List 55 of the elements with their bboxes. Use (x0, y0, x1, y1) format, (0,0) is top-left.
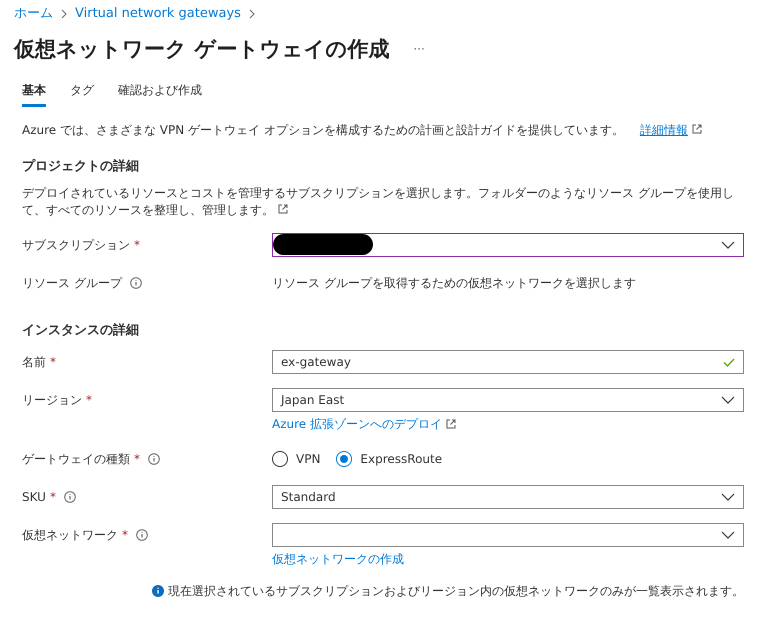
tab[interactable]: 基本 (22, 81, 46, 107)
info-note: 現在選択されているサブスクリプションおよびリージョン内の仮想ネットワークのみが一覧表示されます。 (168, 583, 744, 600)
required-asterisk: * (134, 236, 140, 254)
dropdown-field[interactable] (272, 523, 744, 547)
learn-more-link[interactable]: 詳細情報 (640, 123, 688, 137)
section-heading: プロジェクトの詳細 (22, 158, 140, 176)
field-value: ex-gateway (281, 354, 351, 371)
field-label: リージョン (22, 392, 82, 409)
field-label: ゲートウェイの種類 (22, 451, 130, 468)
chevron-down-icon (721, 531, 735, 539)
required-asterisk: * (50, 489, 56, 506)
breadcrumb-link[interactable]: ホーム (14, 4, 53, 24)
chevron-down-icon (721, 493, 735, 501)
field-link[interactable]: 仮想ネットワークの作成 (272, 550, 404, 568)
info-icon[interactable] (64, 491, 76, 503)
info-icon (152, 585, 164, 597)
chevron-right-icon (61, 8, 67, 19)
required-asterisk: * (50, 354, 56, 371)
dropdown-field[interactable]: Japan East (272, 388, 744, 412)
more-button[interactable]: ··· (413, 40, 425, 58)
chevron-down-icon (721, 240, 735, 248)
radio-button[interactable] (272, 451, 288, 467)
field-link[interactable]: Azure 拡張ゾーンへのデプロイ (272, 415, 442, 433)
intro-text: Azure では、さまざまな VPN ゲートウェイ オプションを構成するための計画と設計ガイドを提供しています。 詳細情報 (22, 121, 744, 139)
radio-option[interactable]: ExpressRoute (336, 450, 442, 468)
required-asterisk: * (134, 451, 140, 468)
radio-button[interactable] (336, 451, 352, 467)
info-icon[interactable] (148, 453, 160, 465)
field-label: 仮想ネットワーク (22, 527, 118, 544)
dropdown-value: Japan East (281, 392, 344, 409)
tab[interactable]: 確認および作成 (118, 81, 202, 107)
external-link-icon (446, 419, 456, 429)
info-icon[interactable] (130, 276, 142, 288)
dropdown-field[interactable]: Standard (272, 485, 744, 509)
tab[interactable]: タグ (70, 81, 94, 107)
section-heading: インスタンスの詳細 (22, 322, 140, 340)
field-label: サブスクリプション (22, 236, 130, 254)
dropdown-field[interactable] (272, 232, 744, 256)
page-title: 仮想ネットワーク ゲートウェイの作成 (14, 36, 390, 62)
required-asterisk: * (86, 392, 92, 409)
field-label: リソース グループ (22, 274, 122, 292)
radio-option[interactable]: VPN (272, 450, 320, 468)
external-link-icon (692, 124, 702, 134)
dropdown-value: Standard (281, 489, 336, 506)
breadcrumb-link[interactable]: Virtual network gateways (75, 4, 241, 24)
field-label: 名前 (22, 354, 46, 371)
chevron-right-icon (248, 8, 255, 19)
required-asterisk: * (122, 527, 128, 544)
field-label: SKU (22, 489, 46, 506)
text-field[interactable]: ex-gateway (272, 350, 744, 374)
info-icon[interactable] (136, 529, 148, 541)
external-link-icon (278, 204, 288, 214)
section-description: デプロイされているリソースとコストを管理するサブスクリプションを選択します。フォルダーのようなリソース グループを使用して、すべてのリソースを整理し、管理します。 (22, 184, 735, 218)
chevron-down-icon (721, 396, 735, 404)
field-note: リソース グループを取得するための仮想ネットワークを選択します (272, 274, 637, 292)
